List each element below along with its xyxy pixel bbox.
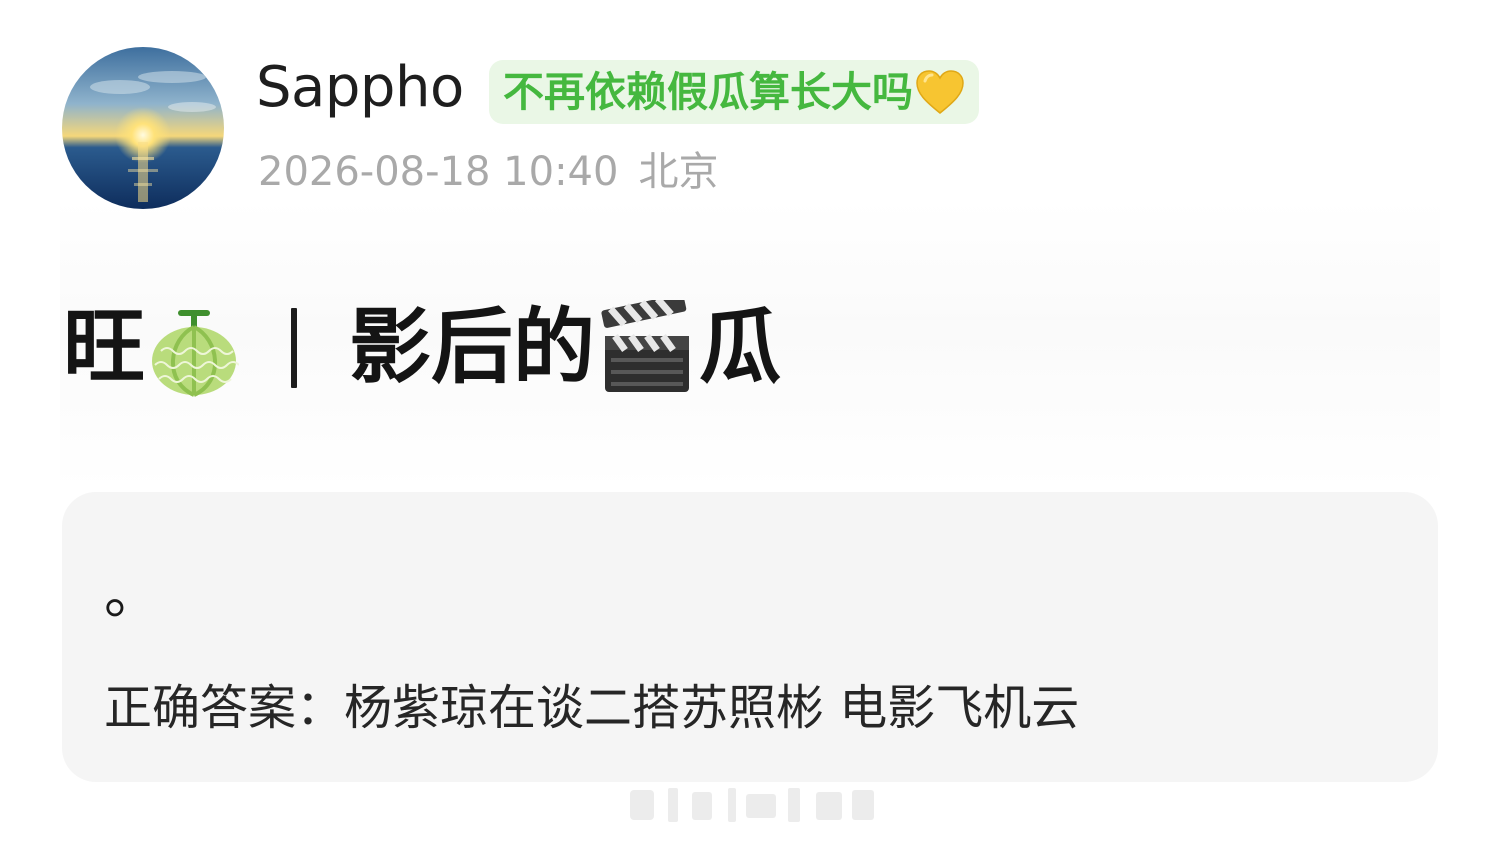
sunset-sea-avatar-image [62,47,224,209]
post-location: 北京 [638,149,719,195]
melon-icon [149,299,240,397]
badge-text: 不再依赖假瓜算长大吗 [503,68,913,116]
title-part-3: 瓜 [699,300,782,395]
post-meta: 2026-08-18 10:40 北京 [258,146,718,198]
yellow-heart-icon [915,69,965,115]
author-badge[interactable]: 不再依赖假瓜算长大吗 [489,60,979,124]
faded-watermark [628,782,878,828]
author-name[interactable]: Sappho [256,54,464,122]
title-part-1: 旺 [63,300,146,395]
post-page: Sappho 不再依赖假瓜算长大吗 2026-08-18 10:40 北京 旺 [0,0,1500,841]
post-title: 旺 影后的 瓜 [63,293,782,398]
post-datetime: 2026-08-18 10:40 [258,149,619,195]
card-line-1: 。 [104,562,160,627]
avatar[interactable] [62,47,224,209]
clapper-board-icon [601,293,693,396]
title-separator [291,308,298,388]
card-line-2: 正确答案：杨紫琼在谈二搭苏照彬 电影飞机云 [104,680,1080,736]
title-part-2: 影后的 [349,300,596,395]
